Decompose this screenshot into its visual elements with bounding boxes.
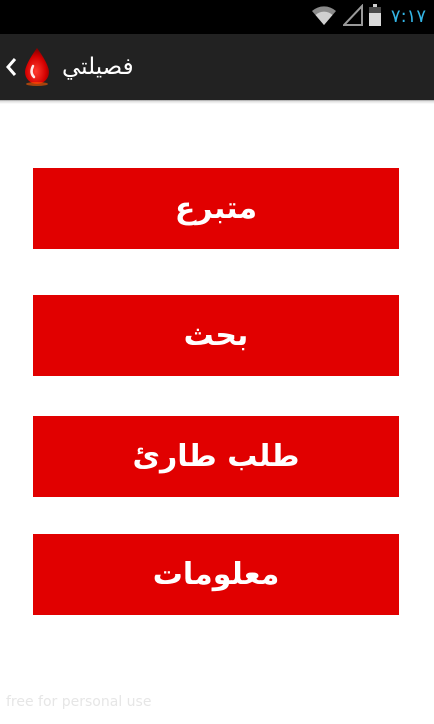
status-icons: ٧:١٧ xyxy=(311,3,426,30)
action-bar-shadow xyxy=(0,100,434,104)
battery-icon xyxy=(368,4,381,30)
information-button[interactable]: معلومات xyxy=(33,534,399,615)
signal-icon xyxy=(341,3,363,30)
chevron-left-icon[interactable] xyxy=(4,56,18,78)
emergency-request-button[interactable]: طلب طارئ xyxy=(33,416,399,497)
wifi-icon xyxy=(311,4,337,30)
search-button[interactable]: بحث xyxy=(33,295,399,376)
watermark-text: free for personal use xyxy=(6,694,152,710)
status-bar: ٧:١٧ xyxy=(0,0,434,34)
blood-drop-icon[interactable] xyxy=(22,46,52,86)
donor-button[interactable]: متبرع xyxy=(33,168,399,249)
app-title: فصيلتي xyxy=(62,54,134,80)
action-bar: فصيلتي xyxy=(0,34,434,101)
app-screen: ٧:١٧ فصيلتي متبرع بحث طلب طارئ معلومات f… xyxy=(0,0,434,724)
status-time: ٧:١٧ xyxy=(390,6,426,27)
